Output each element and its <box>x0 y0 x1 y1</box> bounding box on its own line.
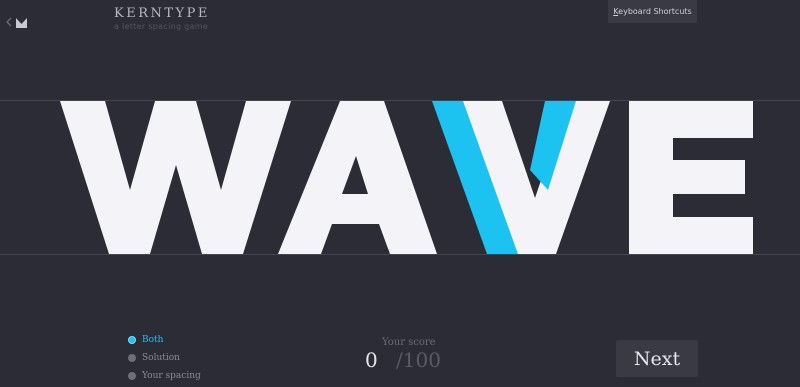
radio-icon <box>128 354 136 362</box>
option-your-spacing[interactable]: Your spacing <box>128 367 201 385</box>
letter-w <box>60 101 291 254</box>
option-your-spacing-label: Your spacing <box>142 371 201 381</box>
next-button[interactable]: Next <box>616 340 698 377</box>
option-both[interactable]: Both <box>128 331 201 349</box>
letter-a <box>278 101 437 254</box>
score-total: /100 <box>396 348 441 372</box>
radio-selected-icon <box>128 336 136 344</box>
option-both-label: Both <box>142 335 164 345</box>
score-label: Your score <box>382 337 436 348</box>
word-display <box>60 101 753 254</box>
option-solution-label: Solution <box>142 353 180 363</box>
radio-icon <box>128 372 136 380</box>
score-value: 0 <box>365 348 378 372</box>
option-solution[interactable]: Solution <box>128 349 201 367</box>
letter-e <box>629 101 753 254</box>
view-mode-options: Both Solution Your spacing <box>128 331 201 385</box>
